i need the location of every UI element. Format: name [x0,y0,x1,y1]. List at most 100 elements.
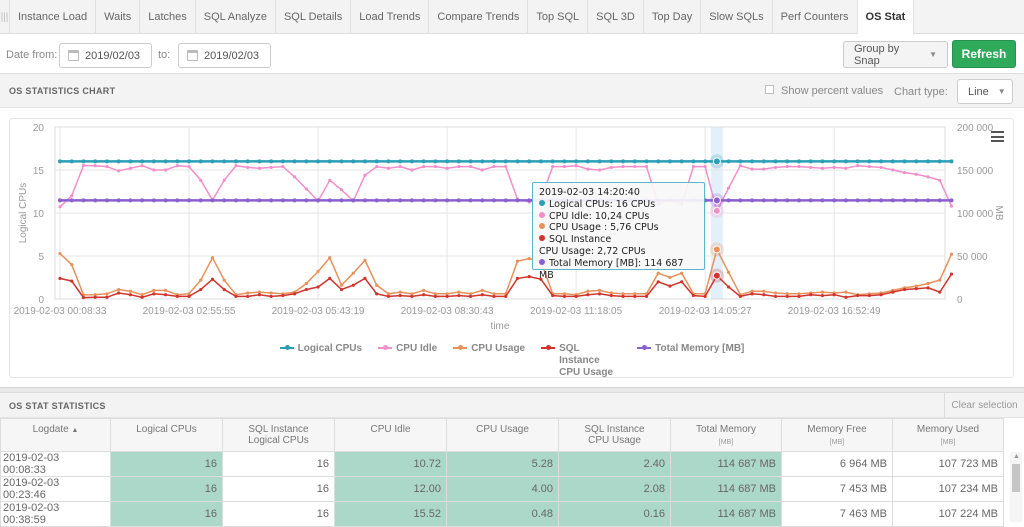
data-point [621,164,625,169]
scroll-up-icon[interactable]: ▲ [1013,453,1020,460]
data-point [503,159,508,164]
legend-item-logical-cpus[interactable]: Logical CPUs [279,343,362,379]
data-point [104,159,109,164]
data-point [480,159,485,164]
cell-total-memory: 114 687 MB [670,451,782,477]
data-point [773,165,778,170]
data-point [492,198,497,203]
data-point [867,293,871,298]
data-point [949,159,954,164]
data-point [808,198,813,203]
tooltip-line: CPU Usage: 2,72 CPUs [539,245,646,257]
data-point [257,293,262,297]
data-point [280,159,285,164]
legend-line-icon [453,343,468,351]
hover-point [712,206,721,215]
column-header-cpu-usage[interactable]: CPU Usage [446,418,559,452]
chart-menu-icon[interactable] [991,131,1004,142]
table-scrollbar[interactable]: ▲ [1010,452,1022,522]
data-point [422,293,426,297]
data-point [796,159,801,164]
data-point [339,287,344,292]
table-row[interactable]: 2019-02-03 00:23:46 16 16 12.00 4.00 2.0… [0,476,1004,502]
data-point [398,164,402,169]
legend-item-sql-instance-cpu-usage[interactable]: SQL Instance CPU Usage [541,343,621,379]
table-row[interactable]: 2019-02-03 00:08:33 16 16 10.72 5.28 2.4… [0,451,1004,477]
data-point [410,294,414,299]
data-point [246,294,250,299]
y2-tick-label: 200 000 [957,123,994,134]
legend-line-icon [637,343,652,351]
data-point [69,159,74,164]
data-point [117,287,121,292]
cell-total-memory: 114 687 MB [670,476,782,502]
cell-cpu-idle: 12.00 [334,476,447,502]
data-point [902,159,907,164]
data-point [117,291,121,295]
legend-item-cpu-idle[interactable]: CPU Idle [378,343,437,379]
data-point [667,159,672,164]
column-header-sql-instance-cpu-usage[interactable]: SQL Instance CPU Usage [558,418,671,452]
clear-selection-button[interactable]: Clear selection [944,393,1024,418]
data-point [327,159,332,164]
data-point [456,198,461,203]
data-point [93,198,98,203]
y2-axis-title: MB [993,206,1004,221]
data-point [199,287,203,292]
data-point [81,198,86,203]
column-header-logical-cpus[interactable]: Logical CPUs [110,418,223,452]
data-point [363,276,367,280]
data-point [796,198,801,203]
data-point [785,164,789,169]
data-point [433,164,437,169]
data-point [210,159,215,164]
data-point [844,290,848,294]
column-header-logdate[interactable]: Logdate ▲ [0,418,111,452]
legend-item-cpu-usage[interactable]: CPU Usage [453,343,525,379]
column-header-cpu-idle[interactable]: CPU Idle [334,418,447,452]
data-point [58,276,62,280]
column-header-memory-free[interactable]: Memory Free [MB] [781,418,893,452]
data-point [375,164,379,169]
data-point [902,198,907,203]
y-tick-label: 5 [38,252,44,263]
data-point [738,159,743,164]
data-point [151,159,156,164]
data-point [679,159,684,164]
os-statistics-chart[interactable]: 0 5 10 15 20 0 50 000 100 000 150 000 200 000 2019… [0,0,1024,340]
cell-logdate: 2019-02-03 00:38:59 [0,501,111,527]
data-point [867,159,872,164]
series-line [59,164,953,213]
data-point [902,170,907,175]
data-point [93,164,97,168]
table-row[interactable]: 2019-02-03 00:38:59 16 16 15.52 0.48 0.1… [0,501,1004,527]
data-point [117,169,121,173]
data-point [750,159,755,164]
data-point [820,166,825,170]
data-point [738,294,742,299]
data-point [58,198,62,203]
data-point [433,159,438,164]
data-point [222,278,226,282]
data-point [222,198,227,203]
data-point [269,165,273,170]
legend-item-total-memory[interactable]: Total Memory [MB] [637,343,744,379]
column-header-memory-used[interactable]: Memory Used [MB] [892,418,1004,452]
data-point [281,293,285,298]
y-tick-label: 0 [38,295,44,306]
data-point [140,164,144,168]
data-point [738,164,742,168]
data-point [867,198,872,203]
series-cpu-usage [58,242,954,297]
x-tick-label: 2019-02-03 00:08:33 [14,306,107,317]
cell-cpu-idle: 10.72 [334,451,447,477]
column-header-sql-instance-logical-cpus[interactable]: SQL Instance Logical CPUs [222,418,335,452]
data-point [527,198,532,203]
cell-cpu-idle: 15.52 [334,501,447,527]
data-point [938,178,942,182]
data-point [468,294,473,299]
scrollbar-thumb[interactable] [1012,464,1020,492]
column-header-total-memory[interactable]: Total Memory [MB] [670,418,782,452]
data-point [586,293,590,297]
data-point [809,293,813,297]
